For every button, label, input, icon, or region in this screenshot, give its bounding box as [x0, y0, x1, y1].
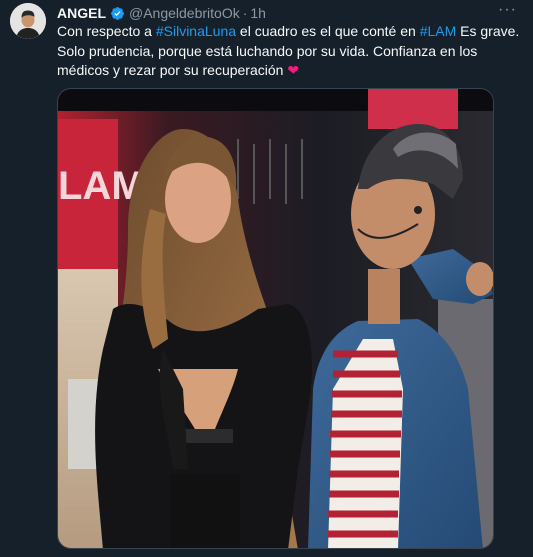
tweet-text: Con respecto a #SilvinaLuna el cuadro es… — [57, 22, 527, 81]
author-name[interactable]: ANGEL — [57, 5, 106, 21]
timestamp[interactable]: 1h — [250, 5, 266, 21]
avatar[interactable] — [10, 3, 46, 39]
heart-emoji-icon: ❤ — [287, 62, 300, 79]
author-handle[interactable]: @AngeldebritoOk — [129, 5, 240, 21]
tweet-header: ANGEL @AngeldebritoOk · 1h — [57, 4, 523, 22]
hashtag-link[interactable]: #SilvinaLuna — [156, 23, 236, 39]
text-part: Con respecto a — [57, 23, 156, 39]
separator-dot: · — [242, 5, 248, 21]
more-options-icon[interactable]: ··· — [498, 1, 517, 19]
verified-badge-icon — [110, 6, 125, 21]
tweet[interactable]: ANGEL @AngeldebritoOk · 1h ··· Con respe… — [0, 0, 533, 557]
hashtag-link[interactable]: #LAM — [420, 23, 457, 39]
tweet-photo[interactable]: LAM — [57, 88, 494, 549]
text-part: el cuadro es el que conté en — [236, 23, 420, 39]
